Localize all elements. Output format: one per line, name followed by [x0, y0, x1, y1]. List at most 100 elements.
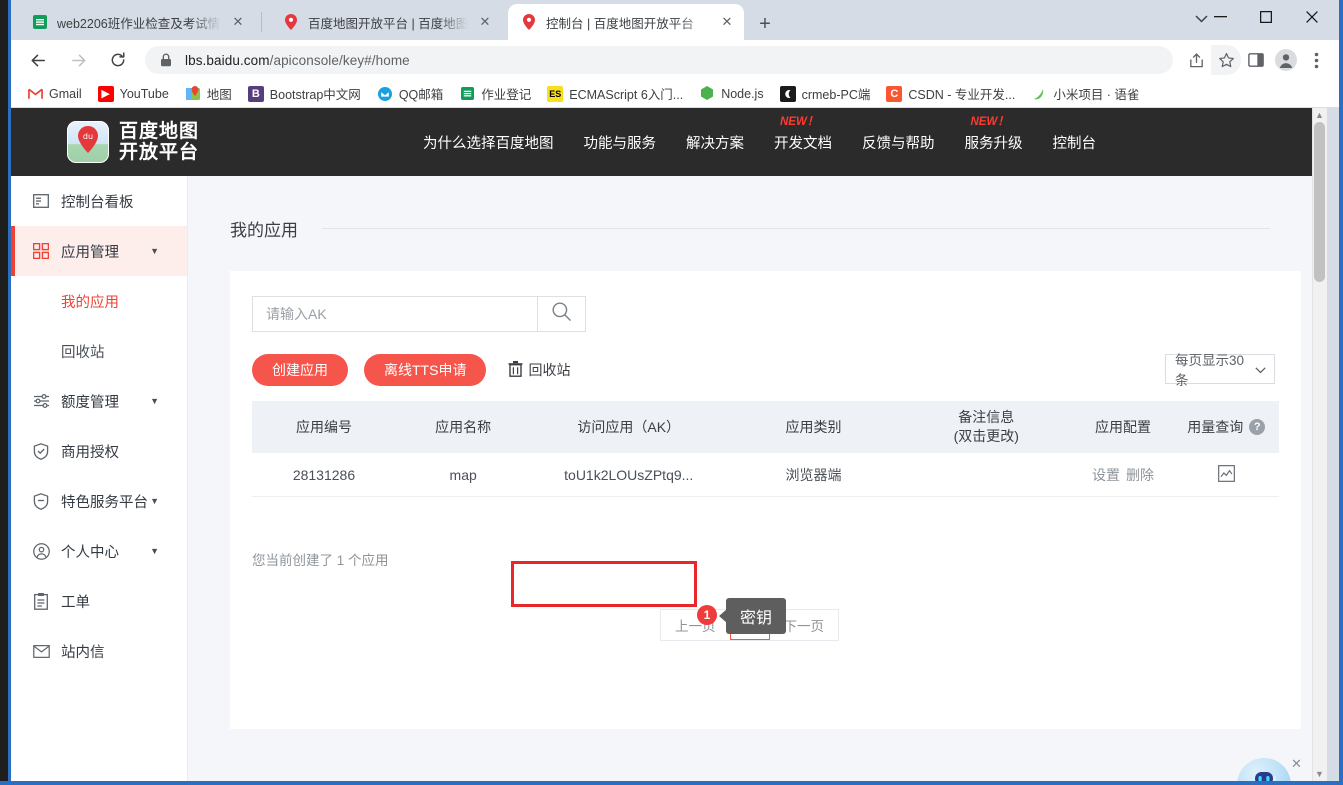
- three-dot-menu-icon[interactable]: [1301, 45, 1331, 75]
- bookmark-item[interactable]: 地图: [185, 84, 232, 103]
- bookmark-label: 小米项目 · 语雀: [1053, 88, 1140, 102]
- table-header-remark-line2: (双击更改): [953, 428, 1019, 444]
- site-logo[interactable]: du 百度地图 开放平台: [67, 121, 199, 163]
- scroll-up-arrow-icon[interactable]: ▲: [1314, 109, 1325, 121]
- delete-link[interactable]: 删除: [1126, 465, 1154, 485]
- new-tab-button[interactable]: +: [751, 10, 779, 38]
- baidu-map-logo-icon: du: [67, 121, 109, 163]
- sidebar-subitem-label: 我的应用: [61, 294, 119, 311]
- site-logo-line2: 开放平台: [119, 141, 200, 163]
- side-panel-icon[interactable]: [1241, 45, 1271, 75]
- chevron-down-icon[interactable]: ▼: [150, 496, 159, 506]
- address-bar[interactable]: lbs.baidu.com/apiconsole/key#/home: [145, 46, 1173, 74]
- browser-tab-0-close-icon[interactable]: ✕: [227, 11, 249, 33]
- reload-button[interactable]: [101, 43, 135, 77]
- nav-item-why-baidu-map[interactable]: 为什么选择百度地图: [423, 132, 554, 153]
- sidebar-item-label: 站内信: [61, 644, 105, 661]
- search-input[interactable]: 请输入AK: [252, 296, 537, 332]
- dashboard-icon: [31, 191, 51, 211]
- bookmark-item[interactable]: B Bootstrap中文网: [247, 84, 361, 103]
- sidebar-item-work-order[interactable]: 工单: [11, 576, 187, 626]
- cell-ak[interactable]: toU1k2LOUsZPtq9...: [530, 467, 727, 483]
- bookmark-label: crmeb-PC端: [801, 88, 871, 102]
- chat-close-icon[interactable]: ✕: [1291, 756, 1302, 772]
- sidebar-item-featured-service-platform[interactable]: 特色服务平台 ▼: [11, 476, 187, 526]
- qqmail-icon: [377, 86, 393, 102]
- bookmark-item[interactable]: ▶ YouTube: [97, 85, 169, 102]
- nav-label: 解决方案: [686, 135, 744, 152]
- nav-badge-new: NEW！: [780, 115, 819, 128]
- nav-item-docs[interactable]: NEW！ 开发文档: [774, 116, 832, 153]
- nav-item-feedback-help[interactable]: 反馈与帮助: [862, 132, 935, 153]
- sidebar-item-dashboard[interactable]: 控制台看板: [11, 176, 187, 226]
- search-button[interactable]: [537, 296, 586, 332]
- page-scrollbar[interactable]: ▲ ▼: [1312, 108, 1327, 781]
- sidebar-item-personal-center[interactable]: 个人中心 ▼: [11, 526, 187, 576]
- sliders-icon: [31, 391, 51, 411]
- sidebar-item-app-management[interactable]: 应用管理 ▼: [11, 226, 187, 276]
- nav-item-service-upgrade[interactable]: NEW！ 服务升级: [964, 116, 1023, 153]
- table-row[interactable]: 28131286 map toU1k2LOUsZPtq9... 浏览器端 设置 …: [252, 453, 1279, 497]
- window-close-button[interactable]: [1289, 0, 1335, 34]
- settings-link[interactable]: 设置: [1092, 465, 1120, 485]
- nav-label: 服务升级: [964, 135, 1023, 152]
- sidebar-subitem-my-apps[interactable]: 我的应用: [11, 276, 187, 326]
- offline-tts-button[interactable]: 离线TTS申请: [364, 354, 487, 386]
- bookmarks-bar: Gmail ▶ YouTube 地图 B Bootstrap中文网 QQ邮箱 作…: [11, 80, 1339, 108]
- window-maximize-button[interactable]: [1243, 0, 1289, 34]
- sidebar-item-quota-management[interactable]: 额度管理 ▼: [11, 376, 187, 426]
- table-header-ak: 访问应用（AK）: [577, 419, 681, 435]
- annotation-badge-1: 1: [697, 605, 717, 625]
- bookmark-item[interactable]: crmeb-PC端: [779, 84, 871, 103]
- recycle-bin-button[interactable]: 回收站: [508, 360, 570, 380]
- sidebar-subitem-recycle-bin[interactable]: 回收站: [11, 326, 187, 376]
- browser-tab-2-close-icon[interactable]: ✕: [716, 11, 738, 33]
- forward-button[interactable]: [61, 43, 95, 77]
- user-circle-icon: [31, 541, 51, 561]
- browser-tab-0[interactable]: web2206班作业检查及考试情况 ✕: [19, 4, 255, 40]
- browser-tab-1[interactable]: 百度地图开放平台 | 百度地图API ✕: [270, 4, 502, 40]
- bookmark-label: CSDN - 专业开发...: [908, 88, 1016, 102]
- bookmark-item[interactable]: ES ECMAScript 6入门...: [547, 84, 683, 103]
- chevron-down-icon: [1255, 362, 1266, 377]
- bookmark-item[interactable]: C CSDN - 专业开发...: [886, 84, 1015, 103]
- bookmark-item[interactable]: Gmail: [27, 86, 82, 102]
- chevron-down-icon[interactable]: ▼: [150, 246, 159, 256]
- scroll-down-arrow-icon[interactable]: ▼: [1314, 768, 1325, 780]
- chart-icon[interactable]: [1217, 464, 1235, 485]
- table-header-usage-query: 用量查询 ?: [1173, 417, 1279, 437]
- sidebar-item-site-mail[interactable]: 站内信: [11, 626, 187, 676]
- nav-item-solutions[interactable]: 解决方案: [686, 132, 744, 153]
- chevron-down-icon[interactable]: ▼: [150, 546, 159, 556]
- table-header-remark: 备注信息 (双击更改): [900, 408, 1073, 446]
- scrollbar-thumb[interactable]: [1314, 122, 1325, 282]
- sheets-icon: [32, 14, 48, 30]
- cell-usage-query: [1173, 464, 1279, 485]
- bookmark-item[interactable]: 作业登记: [459, 84, 531, 103]
- bookmark-star-icon[interactable]: [1211, 45, 1241, 75]
- bookmark-item[interactable]: 小米项目 · 语雀: [1031, 84, 1139, 103]
- bookmark-item[interactable]: Node.js: [699, 86, 764, 102]
- profile-avatar-icon[interactable]: [1271, 45, 1301, 75]
- cell-app-config: 设置 删除: [1073, 465, 1174, 485]
- browser-tab-1-close-icon[interactable]: ✕: [474, 11, 496, 33]
- chevron-down-icon[interactable]: ▼: [150, 396, 159, 406]
- nav-label: 控制台: [1052, 135, 1097, 152]
- nav-label: 功能与服务: [583, 135, 657, 152]
- back-button[interactable]: [21, 43, 55, 77]
- question-mark-icon[interactable]: ?: [1249, 419, 1266, 435]
- create-app-button[interactable]: 创建应用: [252, 354, 348, 386]
- window-minimize-button[interactable]: [1197, 0, 1243, 34]
- window-right-edge-accent: [1339, 0, 1343, 785]
- share-icon[interactable]: [1181, 45, 1211, 75]
- browser-window: web2206班作业检查及考试情况 ✕ 百度地图开放平台 | 百度地图API ✕…: [0, 0, 1343, 785]
- nav-item-features[interactable]: 功能与服务: [584, 132, 657, 153]
- cell-app-category: 浏览器端: [785, 466, 842, 483]
- nav-item-console[interactable]: 控制台: [1053, 132, 1097, 153]
- per-page-select[interactable]: 每页显示30条: [1165, 353, 1275, 388]
- shield-minus-icon: [31, 491, 51, 511]
- clipboard-icon: [31, 591, 51, 611]
- sidebar-item-commercial-license[interactable]: 商用授权: [11, 426, 187, 476]
- bookmark-item[interactable]: QQ邮箱: [377, 84, 443, 103]
- browser-tab-2[interactable]: 控制台 | 百度地图开放平台 ✕: [508, 4, 744, 40]
